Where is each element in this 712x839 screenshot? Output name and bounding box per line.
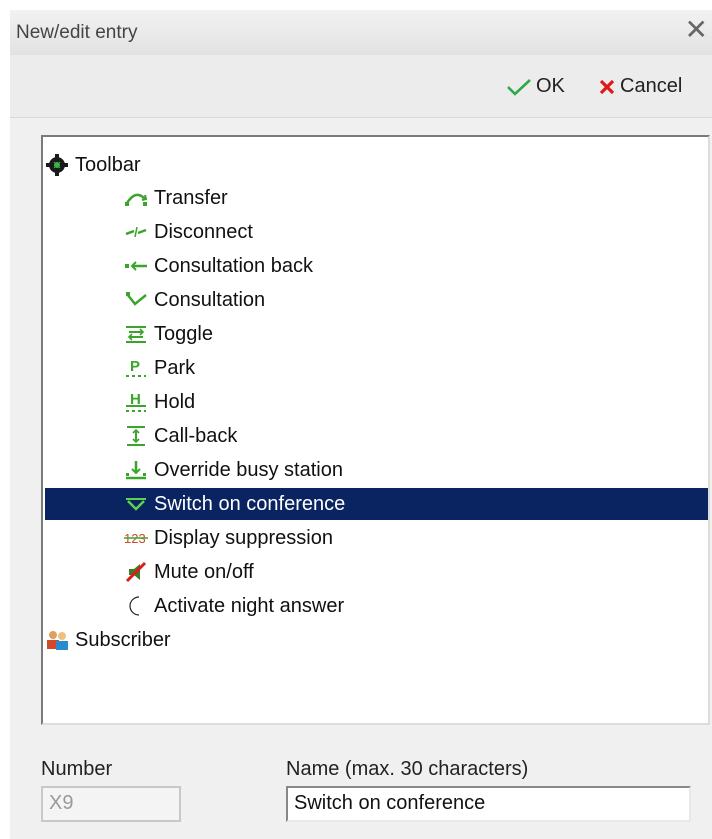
entry-tree[interactable]: Toolbar Transfer Disconnect Consultation… <box>41 135 710 725</box>
tree-item-label: Activate night answer <box>154 594 345 617</box>
tree-item-park[interactable]: P Park <box>124 352 708 384</box>
tree-item-mute-on-off[interactable]: Mute on/off <box>124 556 708 588</box>
tree-item-label: Call-back <box>154 424 238 447</box>
tree-item-label: Mute on/off <box>154 560 254 583</box>
consultation-back-icon <box>124 255 148 277</box>
tree-item-label: Switch on conference <box>154 492 346 515</box>
tree-item-label: Toggle <box>154 322 213 345</box>
tree-item-label: Consultation <box>154 288 266 311</box>
cancel-label: Cancel <box>620 75 683 97</box>
tree-item-label: Park <box>154 356 196 379</box>
consultation-icon <box>124 289 148 311</box>
display-suppression-icon: 123 <box>124 527 148 549</box>
tree-item-label: Disconnect <box>154 220 253 243</box>
name-label: Name (max. 30 characters) <box>286 758 529 780</box>
tree-item-transfer[interactable]: Transfer <box>124 182 708 214</box>
tree-node-toolbar[interactable]: Toolbar <box>45 149 708 181</box>
tree-item-label: Override busy station <box>154 458 343 481</box>
name-field[interactable]: Switch on conference <box>286 786 691 822</box>
toggle-icon <box>124 323 148 345</box>
toolbar-gear-icon <box>45 154 69 176</box>
cancel-x-icon <box>599 79 615 94</box>
action-bar: OK Cancel <box>10 55 712 118</box>
cancel-button[interactable]: Cancel <box>598 75 682 98</box>
park-icon: P <box>124 357 148 379</box>
tree-item-activate-night-answer[interactable]: Activate night answer <box>124 590 708 622</box>
ok-button[interactable]: OK <box>506 75 565 98</box>
window-title: New/edit entry <box>16 22 138 43</box>
title-bar: New/edit entry ✕ <box>10 10 712 55</box>
tree-item-label: Transfer <box>154 186 228 209</box>
ok-label: OK <box>536 75 565 97</box>
svg-text:P: P <box>130 358 140 375</box>
tree-node-label: Toolbar <box>75 153 141 176</box>
transfer-icon <box>124 187 148 209</box>
close-icon[interactable]: ✕ <box>685 16 708 44</box>
tree-item-consultation-back[interactable]: Consultation back <box>124 250 708 282</box>
number-field[interactable]: X9 <box>41 786 181 822</box>
conference-icon <box>124 493 148 515</box>
tree-item-toggle[interactable]: Toggle <box>124 318 708 350</box>
tree-item-display-suppression[interactable]: 123 Display suppression <box>124 522 708 554</box>
number-label: Number <box>41 758 113 780</box>
tree-item-disconnect[interactable]: Disconnect <box>124 216 708 248</box>
night-answer-icon <box>124 595 148 617</box>
tree-item-label: Consultation back <box>154 254 313 277</box>
tree-item-consultation[interactable]: Consultation <box>124 284 708 316</box>
tree-item-call-back[interactable]: Call-back <box>124 420 708 452</box>
tree-item-override-busy-station[interactable]: Override busy station <box>124 454 708 486</box>
call-back-icon <box>124 425 148 447</box>
tree-node-label: Subscriber <box>75 628 171 651</box>
mute-icon <box>124 561 148 583</box>
hold-icon: H <box>124 391 148 413</box>
override-icon <box>124 459 148 481</box>
subscriber-icon <box>45 629 69 651</box>
new-edit-entry-dialog: New/edit entry ✕ OK Cancel Toolbar Trans… <box>10 10 712 839</box>
tree-item-switch-on-conference[interactable]: Switch on conference <box>45 488 708 520</box>
disconnect-icon <box>124 221 148 243</box>
tree-item-label: Display suppression <box>154 526 333 549</box>
tree-item-label: Hold <box>154 390 196 413</box>
tree-node-subscriber[interactable]: Subscriber <box>45 624 708 656</box>
checkmark-icon <box>507 78 531 96</box>
tree-item-hold[interactable]: H Hold <box>124 386 708 418</box>
